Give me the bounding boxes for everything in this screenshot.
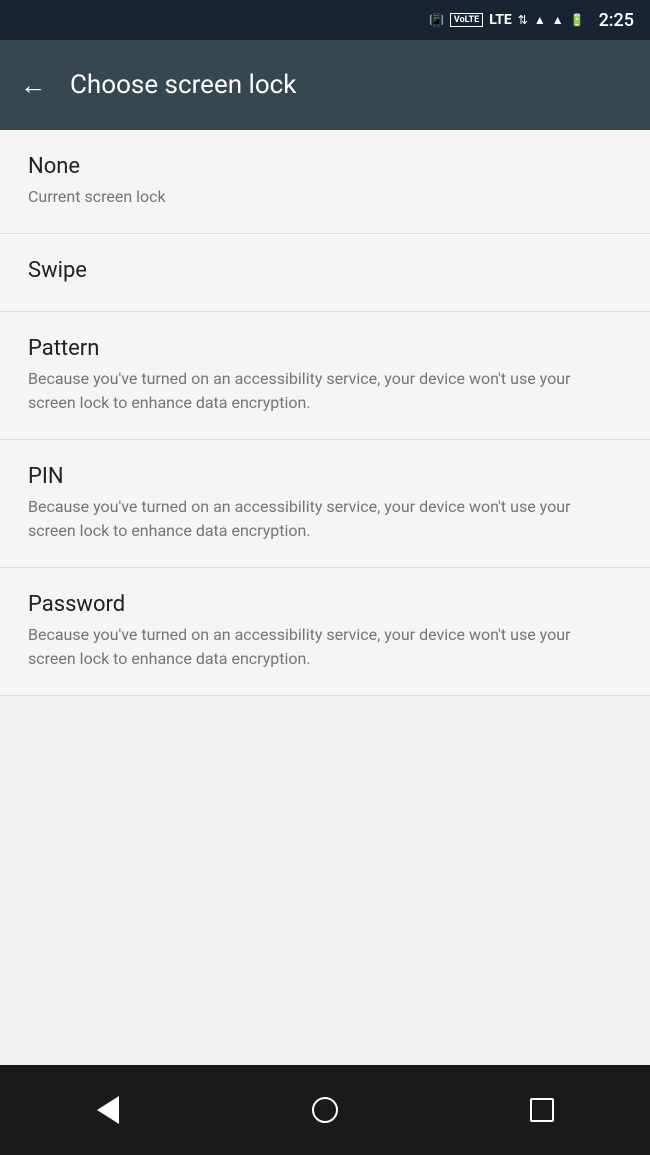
app-bar: ← Choose screen lock (0, 40, 650, 130)
battery-icon: 🔋 (570, 13, 585, 27)
nav-bar (0, 1065, 650, 1155)
pin-title: PIN (28, 464, 622, 489)
list-item-password[interactable]: Password Because you've turned on an acc… (0, 568, 650, 696)
lte-icon: LTE (489, 12, 512, 28)
screen-lock-options-list: None Current screen lock Swipe Pattern B… (0, 130, 650, 1065)
status-time: 2:25 (599, 10, 634, 31)
pattern-subtitle: Because you've turned on an accessibilit… (28, 367, 622, 415)
nav-home-button[interactable] (295, 1080, 355, 1140)
signal-arrows-icon: ⇅ (518, 13, 528, 27)
password-subtitle: Because you've turned on an accessibilit… (28, 623, 622, 671)
status-icons: 📳 VoLTE LTE ⇅ ▲ ▲ 🔋 2:25 (429, 10, 634, 31)
back-button[interactable]: ← (20, 70, 46, 101)
swipe-title: Swipe (28, 258, 622, 283)
nav-recents-icon (530, 1098, 554, 1122)
list-item-pattern[interactable]: Pattern Because you've turned on an acce… (0, 312, 650, 440)
none-title: None (28, 154, 622, 179)
password-title: Password (28, 592, 622, 617)
signal-bar-2-icon: ▲ (552, 13, 564, 27)
nav-recents-button[interactable] (512, 1080, 572, 1140)
status-bar: 📳 VoLTE LTE ⇅ ▲ ▲ 🔋 2:25 (0, 0, 650, 40)
list-item-swipe[interactable]: Swipe (0, 234, 650, 312)
vibrate-icon: 📳 (429, 13, 444, 27)
signal-bar-1-icon: ▲ (534, 13, 546, 27)
pattern-title: Pattern (28, 336, 622, 361)
none-subtitle: Current screen lock (28, 185, 622, 209)
page-title: Choose screen lock (70, 70, 296, 100)
nav-back-icon (97, 1096, 119, 1124)
list-item-none[interactable]: None Current screen lock (0, 130, 650, 234)
nav-back-button[interactable] (78, 1080, 138, 1140)
list-item-pin[interactable]: PIN Because you've turned on an accessib… (0, 440, 650, 568)
volte-icon: VoLTE (450, 13, 483, 27)
nav-home-icon (312, 1097, 338, 1123)
pin-subtitle: Because you've turned on an accessibilit… (28, 495, 622, 543)
back-arrow-icon: ← (20, 70, 46, 101)
